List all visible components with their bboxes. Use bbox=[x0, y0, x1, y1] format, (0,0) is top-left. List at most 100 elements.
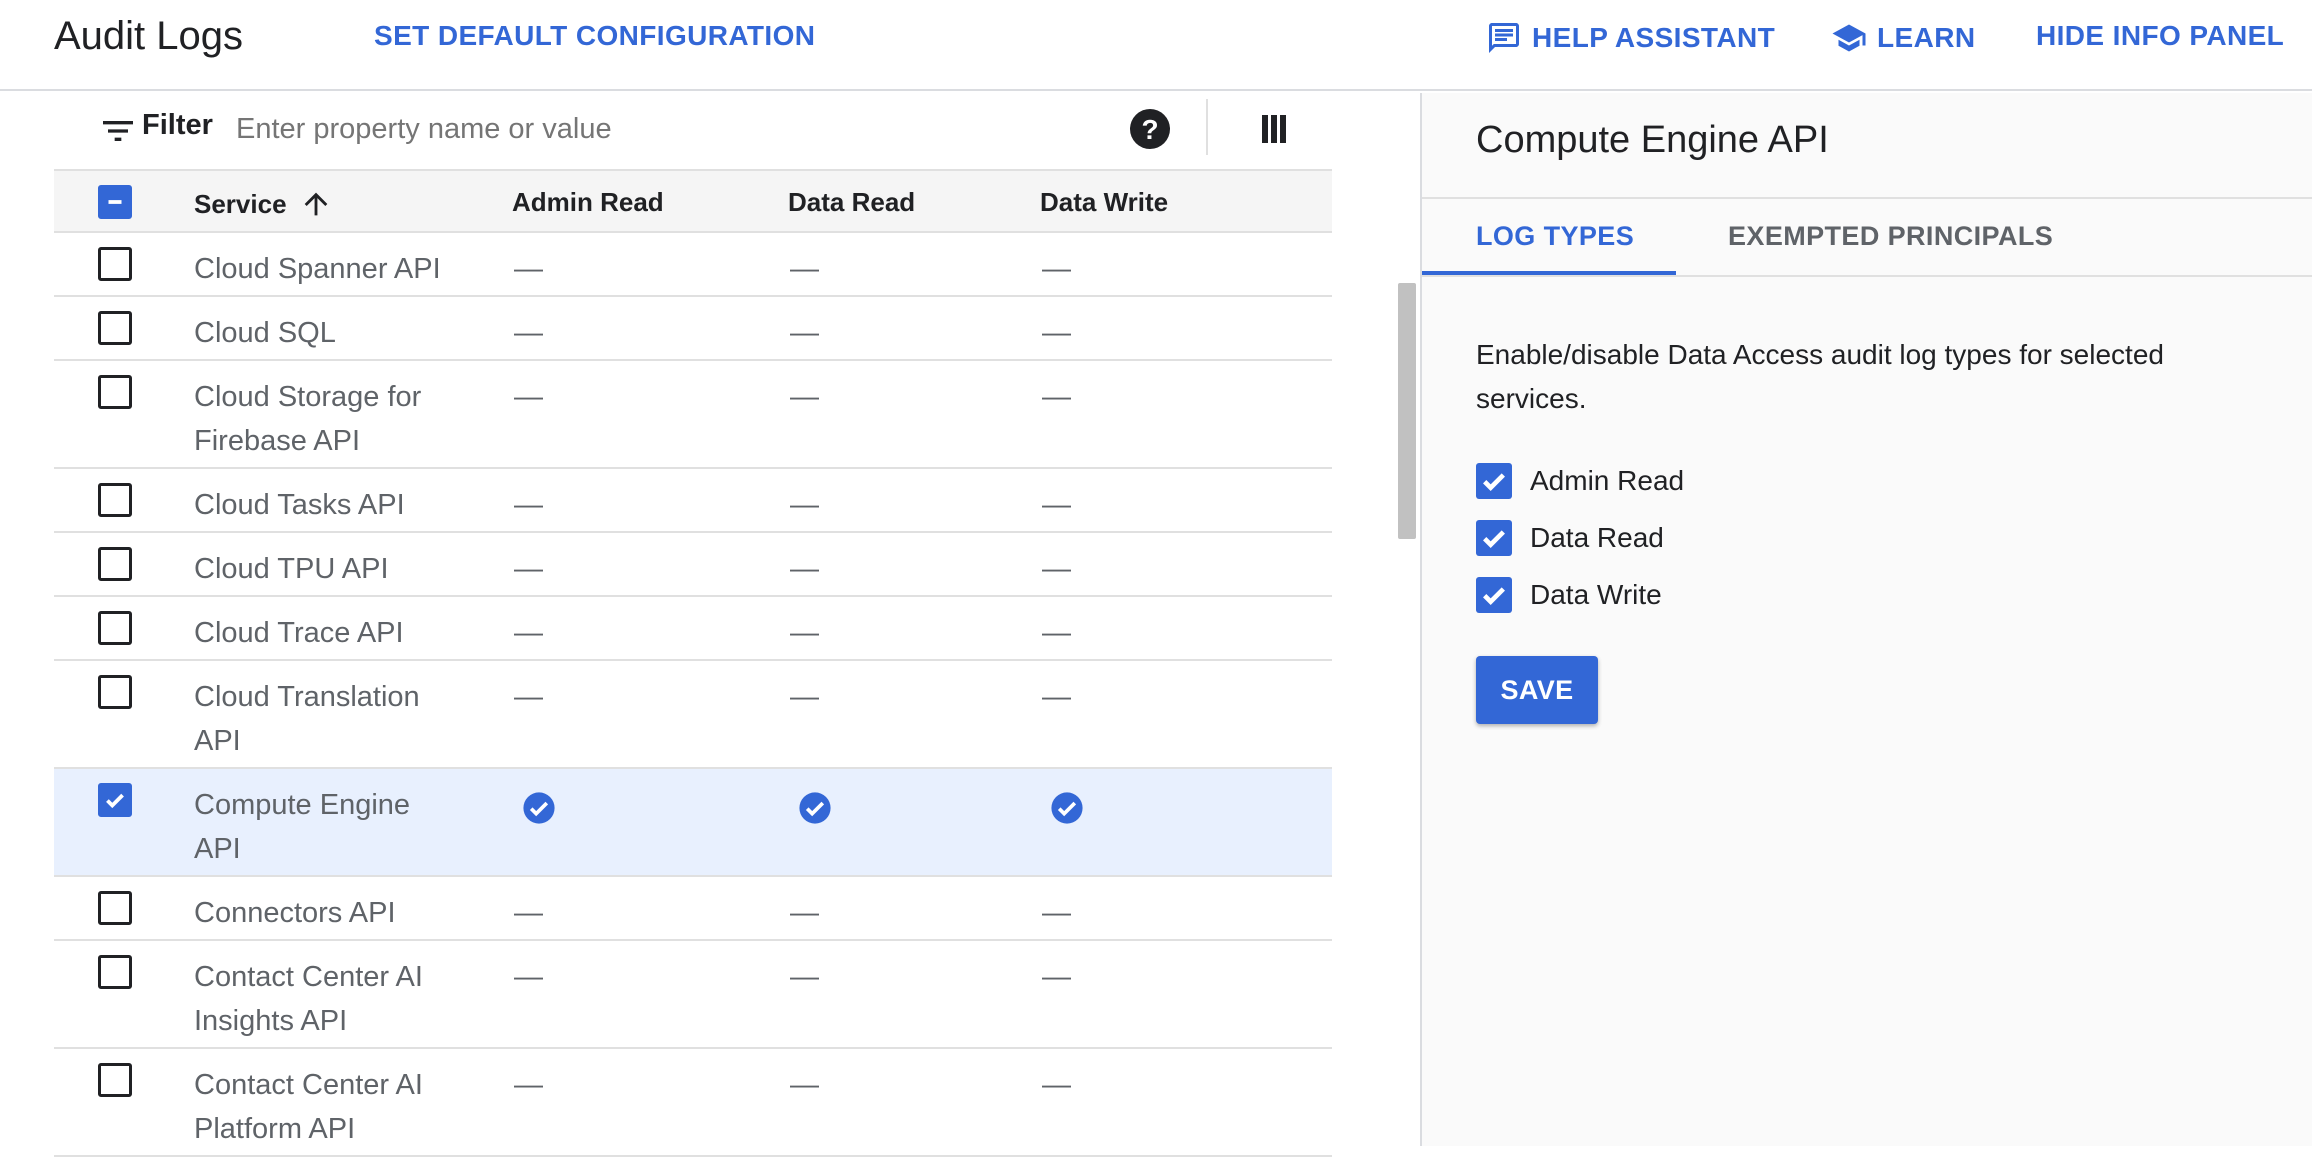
data-read-value: — bbox=[790, 381, 819, 413]
scrollbar-thumb[interactable] bbox=[1398, 283, 1416, 539]
table-row[interactable]: Cloud Spanner API — — — bbox=[54, 233, 1332, 297]
service-name: Cloud TPU API bbox=[194, 553, 389, 585]
row-checkbox[interactable] bbox=[98, 247, 132, 281]
row-checkbox-checked[interactable] bbox=[98, 783, 132, 817]
admin-read-value: — bbox=[514, 961, 543, 993]
data-read-value: — bbox=[790, 489, 819, 521]
admin-read-value: — bbox=[514, 617, 543, 649]
data-write-value: — bbox=[1042, 617, 1071, 649]
column-header-data-write[interactable]: Data Write bbox=[1040, 187, 1168, 218]
admin-read-option[interactable]: Admin Read bbox=[1476, 463, 1684, 499]
help-circle-icon[interactable]: ? bbox=[1126, 105, 1174, 153]
admin-read-value: — bbox=[514, 1069, 543, 1101]
table-row[interactable]: Cloud TPU API — — — bbox=[54, 533, 1332, 597]
svg-text:?: ? bbox=[1141, 114, 1158, 145]
admin-read-value: — bbox=[514, 253, 543, 285]
help-assistant-label: HELP ASSISTANT bbox=[1532, 22, 1776, 53]
column-header-service-label: Service bbox=[194, 188, 287, 219]
learn-button[interactable]: LEARN bbox=[1831, 20, 1975, 56]
table-row[interactable]: Cloud Tasks API — — — bbox=[54, 469, 1332, 533]
column-header-admin-read[interactable]: Admin Read bbox=[512, 187, 664, 218]
table-row[interactable]: Cloud Trace API — — — bbox=[54, 597, 1332, 661]
set-default-configuration-button[interactable]: SET DEFAULT CONFIGURATION bbox=[374, 20, 815, 52]
data-read-option[interactable]: Data Read bbox=[1476, 520, 1664, 556]
service-name: Cloud Translation API bbox=[194, 681, 420, 757]
hide-info-panel-button[interactable]: HIDE INFO PANEL bbox=[2036, 20, 2284, 52]
filter-label: Filter bbox=[142, 109, 213, 141]
data-read-value: — bbox=[790, 617, 819, 649]
admin-read-value: — bbox=[514, 489, 543, 521]
row-checkbox[interactable] bbox=[98, 311, 132, 345]
data-write-option[interactable]: Data Write bbox=[1476, 577, 1662, 613]
row-checkbox[interactable] bbox=[98, 675, 132, 709]
filter-input[interactable] bbox=[236, 105, 936, 153]
table-row[interactable]: Cloud SQL — — — bbox=[54, 297, 1332, 361]
select-all-checkbox[interactable] bbox=[98, 185, 132, 219]
scrollbar-track[interactable] bbox=[1396, 93, 1420, 1146]
data-write-value: — bbox=[1042, 961, 1071, 993]
tab-log-types[interactable]: LOG TYPES bbox=[1476, 221, 1634, 252]
top-bar: Audit Logs SET DEFAULT CONFIGURATION HEL… bbox=[0, 0, 2312, 91]
info-panel-title: Compute Engine API bbox=[1476, 119, 1829, 161]
table-header: Service Admin Read Data Read Data Write bbox=[54, 169, 1332, 233]
service-name: Cloud Tasks API bbox=[194, 489, 405, 521]
data-write-value: — bbox=[1042, 553, 1071, 585]
chat-icon bbox=[1489, 23, 1519, 53]
row-checkbox[interactable] bbox=[98, 611, 132, 645]
service-name: Contact Center AI Platform API bbox=[194, 1069, 423, 1145]
data-write-value: — bbox=[1042, 317, 1071, 349]
admin-read-value: — bbox=[514, 381, 543, 413]
toolbar-divider bbox=[1206, 99, 1208, 155]
table-row[interactable]: Cloud Storage for Firebase API — — — bbox=[54, 361, 1332, 469]
column-header-data-read[interactable]: Data Read bbox=[788, 187, 915, 218]
learn-label: LEARN bbox=[1877, 22, 1976, 53]
check-circle-icon bbox=[798, 791, 832, 825]
admin-read-value: — bbox=[514, 553, 543, 585]
row-checkbox[interactable] bbox=[98, 1063, 132, 1097]
data-write-checkbox[interactable] bbox=[1476, 577, 1512, 613]
service-name: Cloud Trace API bbox=[194, 617, 404, 649]
data-read-value: — bbox=[790, 961, 819, 993]
data-read-value: — bbox=[790, 317, 819, 349]
filter-icon[interactable] bbox=[98, 111, 138, 151]
row-checkbox[interactable] bbox=[98, 891, 132, 925]
row-checkbox[interactable] bbox=[98, 483, 132, 517]
services-table: Service Admin Read Data Read Data Write … bbox=[54, 169, 1332, 1157]
arrow-up-icon bbox=[304, 192, 327, 216]
hide-info-panel-label: HIDE INFO PANEL bbox=[2036, 20, 2285, 51]
save-button[interactable]: SAVE bbox=[1476, 656, 1598, 724]
table-row[interactable]: Cloud Translation API — — — bbox=[54, 661, 1332, 769]
admin-read-checkbox[interactable] bbox=[1476, 463, 1512, 499]
active-tab-indicator bbox=[1422, 271, 1676, 275]
columns-icon[interactable] bbox=[1250, 105, 1298, 153]
data-read-checkbox[interactable] bbox=[1476, 520, 1512, 556]
service-name: Connectors API bbox=[194, 897, 396, 929]
tab-exempted-principals[interactable]: EXEMPTED PRINCIPALS bbox=[1728, 221, 2053, 252]
data-read-value: — bbox=[790, 681, 819, 713]
data-write-value: — bbox=[1042, 253, 1071, 285]
graduation-cap-icon bbox=[1832, 24, 1866, 52]
check-circle-icon bbox=[1050, 791, 1084, 825]
audit-log-list-panel: Filter ? Service Admin Read Data Read Da… bbox=[0, 93, 1420, 1157]
row-checkbox[interactable] bbox=[98, 547, 132, 581]
table-row-selected[interactable]: Compute Engine API bbox=[54, 769, 1332, 877]
row-checkbox[interactable] bbox=[98, 955, 132, 989]
table-row[interactable]: Contact Center AI Platform API — — — bbox=[54, 1049, 1332, 1157]
row-checkbox[interactable] bbox=[98, 375, 132, 409]
info-panel-tabs: LOG TYPES EXEMPTED PRINCIPALS bbox=[1422, 197, 2312, 277]
table-row[interactable]: Contact Center AI Insights API — — — bbox=[54, 941, 1332, 1049]
service-name: Compute Engine API bbox=[194, 789, 411, 865]
admin-read-value: — bbox=[514, 897, 543, 929]
admin-read-value: — bbox=[514, 681, 543, 713]
data-write-value: — bbox=[1042, 1069, 1071, 1101]
column-header-service[interactable]: Service bbox=[194, 187, 333, 221]
service-name: Contact Center AI Insights API bbox=[194, 961, 423, 1037]
service-name: Cloud Storage for Firebase API bbox=[194, 381, 422, 457]
data-write-value: — bbox=[1042, 897, 1071, 929]
data-read-value: — bbox=[790, 553, 819, 585]
data-write-value: — bbox=[1042, 489, 1071, 521]
log-types-description: Enable/disable Data Access audit log typ… bbox=[1476, 339, 2164, 414]
table-row[interactable]: Connectors API — — — bbox=[54, 877, 1332, 941]
help-assistant-button[interactable]: HELP ASSISTANT bbox=[1486, 20, 1775, 56]
data-write-value: — bbox=[1042, 681, 1071, 713]
